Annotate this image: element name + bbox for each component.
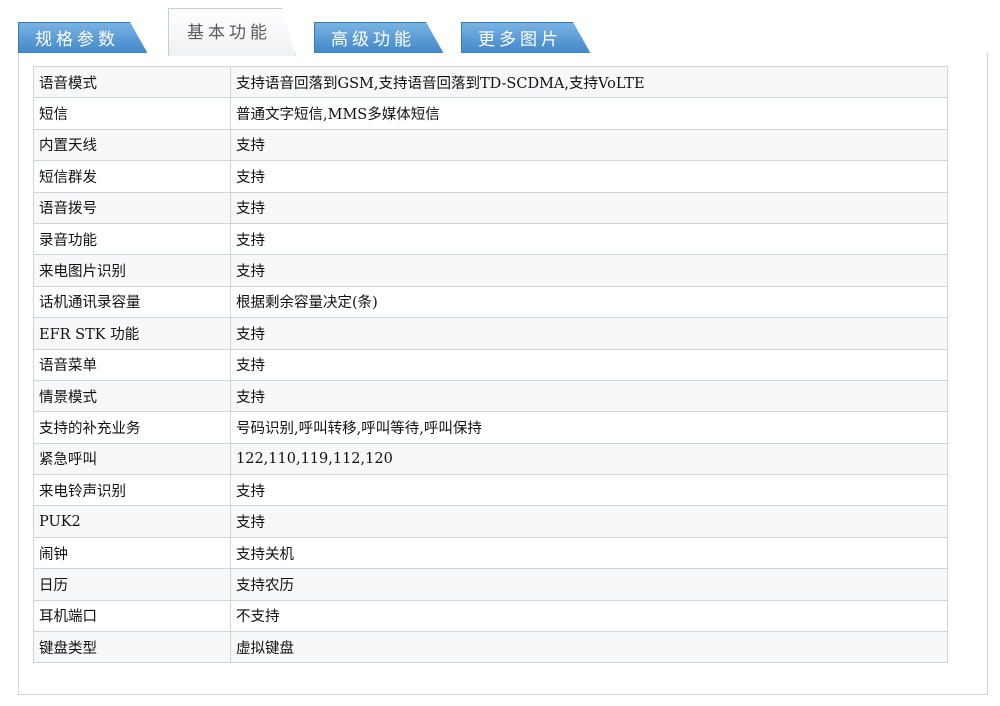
spec-key: 短信 — [33, 97, 231, 130]
page: 规格参数 基本功能 高级功能 更多图片 语音模式 支持语音回落到GSM,支持语音回… — [0, 0, 1000, 706]
table-row: 内置天线 支持 — [33, 128, 948, 162]
table-row: 录音功能 支持 — [33, 222, 948, 256]
spec-value: 支持 — [230, 254, 948, 287]
table-row: 闹钟 支持关机 — [33, 536, 948, 570]
table-row: 耳机端口 不支持 — [33, 599, 948, 633]
table-row: 语音模式 支持语音回落到GSM,支持语音回落到TD-SCDMA,支持VoLTE — [33, 65, 948, 99]
spec-value: 支持 — [230, 222, 948, 256]
table-row: EFR STK 功能 支持 — [33, 317, 948, 350]
spec-value: 支持农历 — [230, 568, 948, 601]
spec-value: 支持 — [230, 191, 948, 224]
table-row: 话机通讯录容量 根据剩余容量决定(条) — [33, 285, 948, 319]
spec-key: 情景模式 — [33, 379, 231, 413]
spec-value: 支持 — [230, 317, 948, 350]
table-row: 支持的补充业务 号码识别,呼叫转移,呼叫等待,呼叫保持 — [33, 411, 948, 444]
spec-key: 话机通讯录容量 — [33, 285, 231, 319]
table-row: 紧急呼叫 122,110,119,112,120 — [33, 442, 948, 476]
table-row: PUK2 支持 — [33, 505, 948, 538]
spec-key: PUK2 — [33, 505, 231, 538]
spec-key: 短信群发 — [33, 160, 231, 193]
spec-value: 支持 — [230, 160, 948, 193]
table-row: 短信 普通文字短信,MMS多媒体短信 — [33, 97, 948, 130]
spec-value: 支持语音回落到GSM,支持语音回落到TD-SCDMA,支持VoLTE — [230, 65, 948, 99]
spec-value: 不支持 — [230, 599, 948, 633]
spec-key: 录音功能 — [33, 222, 231, 256]
spec-key: 日历 — [33, 568, 231, 601]
spec-table: 语音模式 支持语音回落到GSM,支持语音回落到TD-SCDMA,支持VoLTE 短信… — [33, 65, 948, 664]
table-row: 来电图片识别 支持 — [33, 254, 948, 287]
spec-key: 语音模式 — [33, 65, 231, 99]
spec-value: 支持 — [230, 379, 948, 413]
spec-key: 紧急呼叫 — [33, 442, 231, 476]
spec-key: 内置天线 — [33, 128, 231, 162]
spec-value: 普通文字短信,MMS多媒体短信 — [230, 97, 948, 130]
tab-basic-functions[interactable]: 基本功能 — [168, 8, 296, 56]
spec-key: 耳机端口 — [33, 599, 231, 633]
spec-value: 号码识别,呼叫转移,呼叫等待,呼叫保持 — [230, 411, 948, 444]
table-row: 短信群发 支持 — [33, 160, 948, 193]
table-row: 语音菜单 支持 — [33, 348, 948, 381]
spec-value: 根据剩余容量决定(条) — [230, 285, 948, 319]
spec-value: 支持 — [230, 474, 948, 507]
table-row: 来电铃声识别 支持 — [33, 474, 948, 507]
spec-key: 来电铃声识别 — [33, 474, 231, 507]
spec-key: 语音拨号 — [33, 191, 231, 224]
table-row: 键盘类型 虚拟键盘 — [33, 631, 948, 664]
spec-value: 122,110,119,112,120 — [230, 442, 948, 476]
spec-value: 虚拟键盘 — [230, 631, 948, 664]
spec-key: EFR STK 功能 — [33, 317, 231, 350]
tab-advanced-functions[interactable]: 高级功能 — [314, 22, 444, 54]
spec-value: 支持关机 — [230, 536, 948, 570]
table-row: 语音拨号 支持 — [33, 191, 948, 224]
spec-key: 语音菜单 — [33, 348, 231, 381]
spec-value: 支持 — [230, 348, 948, 381]
tab-more-images[interactable]: 更多图片 — [461, 22, 591, 54]
spec-key: 来电图片识别 — [33, 254, 231, 287]
table-row: 日历 支持农历 — [33, 568, 948, 601]
spec-key: 键盘类型 — [33, 631, 231, 664]
table-row: 情景模式 支持 — [33, 379, 948, 413]
spec-value: 支持 — [230, 505, 948, 538]
tab-specs[interactable]: 规格参数 — [18, 22, 148, 54]
spec-key: 支持的补充业务 — [33, 411, 231, 444]
spec-value: 支持 — [230, 128, 948, 162]
spec-panel: 语音模式 支持语音回落到GSM,支持语音回落到TD-SCDMA,支持VoLTE 短信… — [18, 53, 988, 695]
spec-key: 闹钟 — [33, 536, 231, 570]
tab-strip: 规格参数 基本功能 高级功能 更多图片 — [18, 8, 980, 54]
